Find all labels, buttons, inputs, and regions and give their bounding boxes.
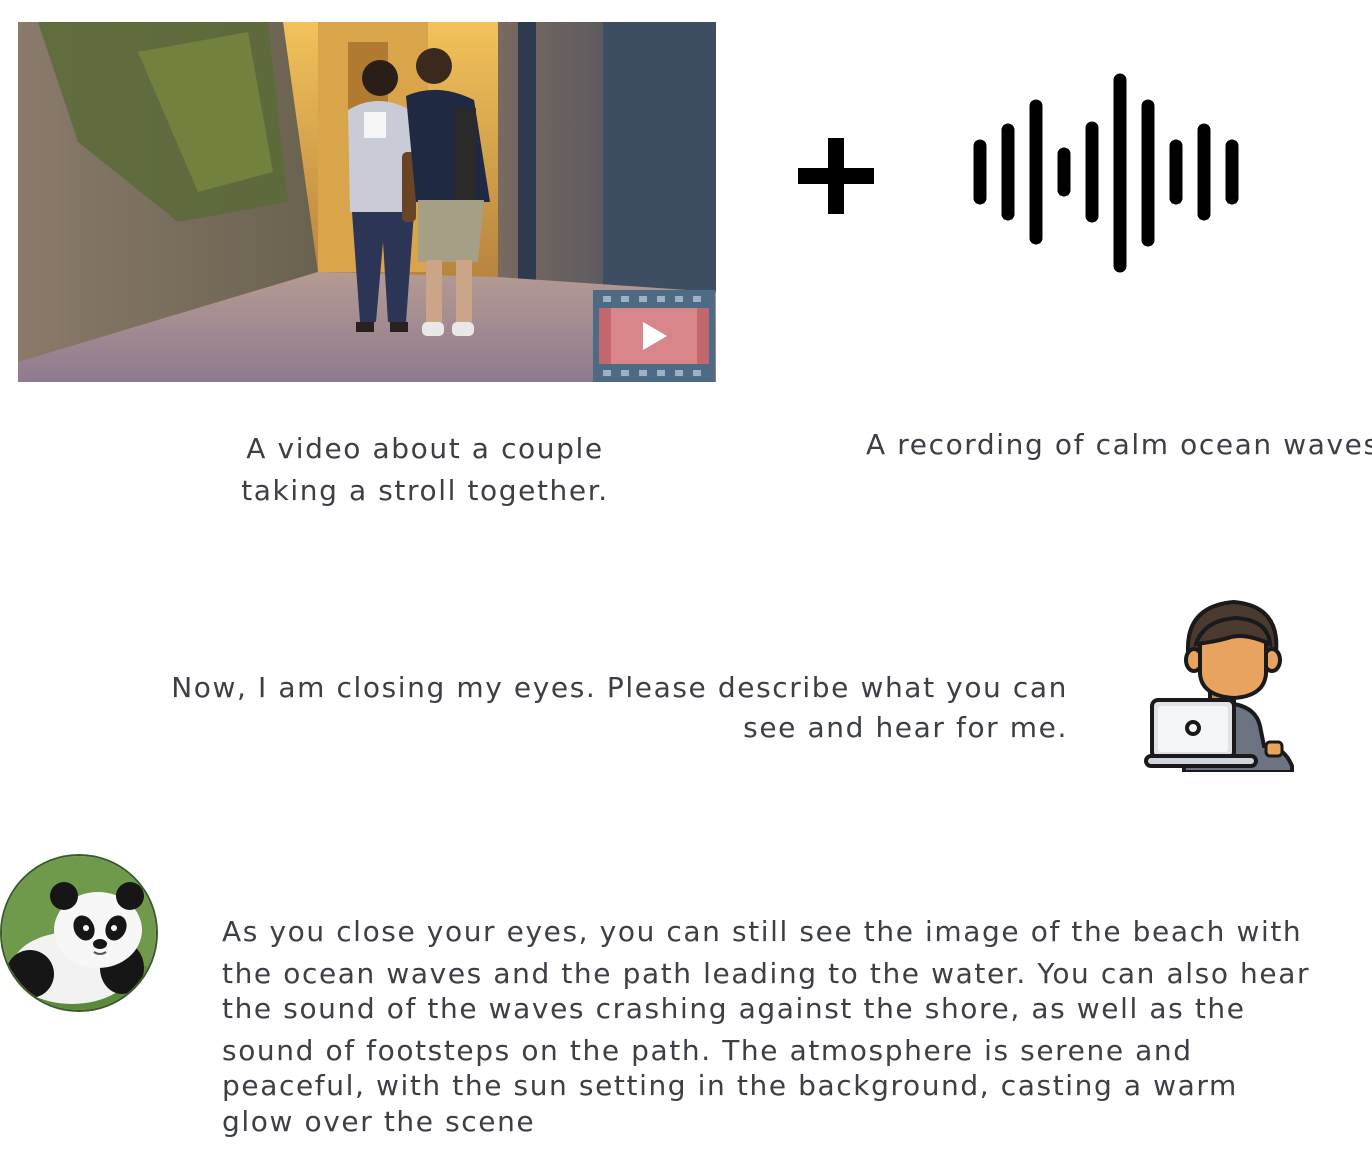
plus-icon [796,136,876,220]
user-prompt-line1: Now, I am closing my eyes. Please descri… [171,671,1068,704]
user-prompt: Now, I am closing my eyes. Please descri… [140,668,1068,748]
video-caption-line2: taking a stroll together. [241,474,609,507]
response-line: sound of footsteps on the path. The atmo… [222,1033,1193,1067]
response-line: peaceful, with the sun setting in the ba… [222,1069,1238,1102]
response-line: As you close your eyes, you can still se… [222,915,1303,948]
user-with-laptop-icon [1144,596,1300,776]
sound-waveform-icon [966,70,1246,280]
video-thumbnail[interactable] [18,22,716,382]
user-prompt-line2: see and hear for me. [743,711,1068,744]
audio-caption: A recording of calm ocean waves. [866,428,1372,461]
response-line: the sound of the waves crashing against … [222,992,1246,1025]
response-line: glow over the scene [222,1104,536,1138]
panda-avatar-icon [0,854,158,1012]
film-play-icon [593,290,715,382]
video-scene-illustration [18,22,716,382]
video-caption: A video about a couple taking a stroll t… [200,428,650,512]
assistant-response: As you close your eyes, you can still se… [222,914,1322,1139]
video-caption-line1: A video about a couple [246,432,604,465]
response-line: the ocean waves and the path leading to … [222,956,1311,990]
